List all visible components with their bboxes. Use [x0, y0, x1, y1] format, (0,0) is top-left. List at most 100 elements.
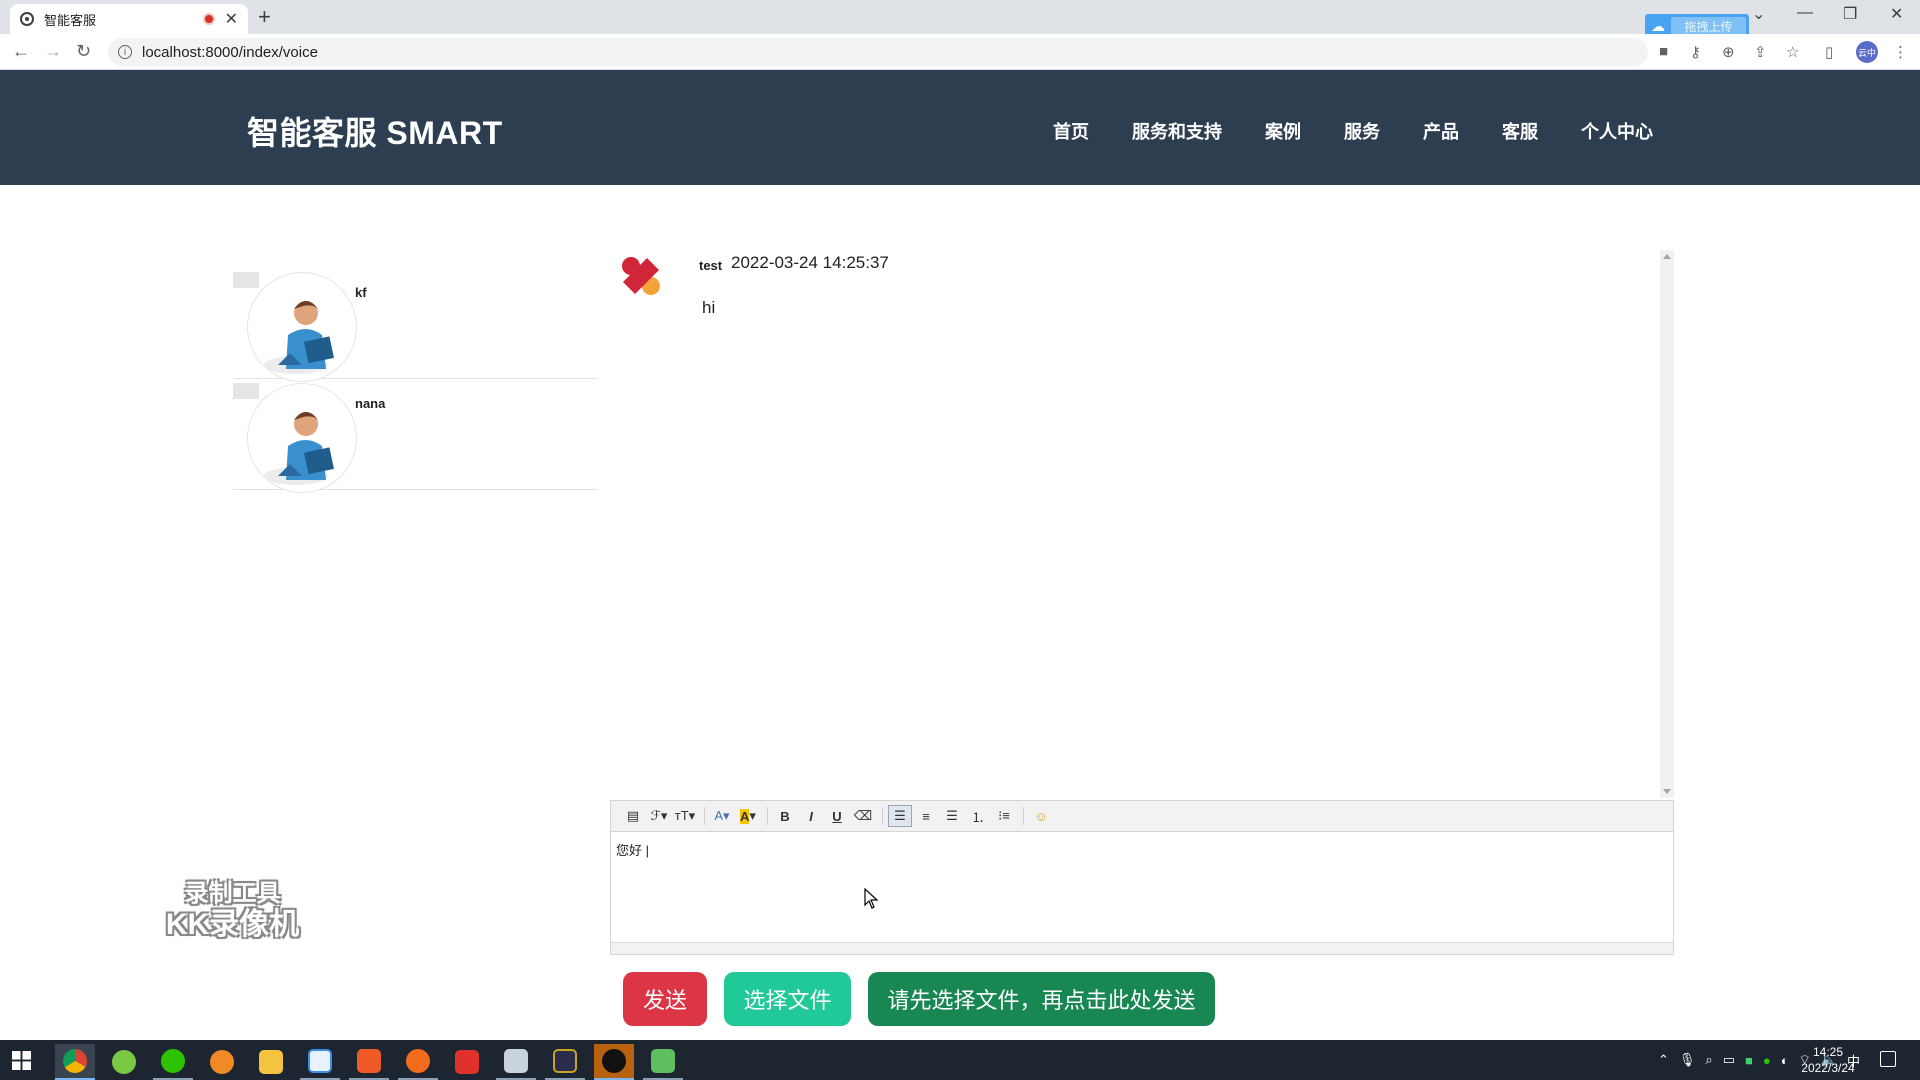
- contact-item[interactable]: kf: [233, 268, 598, 382]
- contact-name: kf: [355, 285, 367, 300]
- upload-pill-label: 拖拽上传: [1671, 17, 1746, 35]
- new-tab-button[interactable]: +: [258, 4, 271, 30]
- watermark-line1: 录制工具: [184, 880, 281, 907]
- reader-avatar-icon: [264, 412, 334, 485]
- contact-badge: [233, 383, 259, 399]
- contact-badge: [233, 272, 259, 288]
- nav-service-support[interactable]: 服务和支持: [1132, 118, 1222, 144]
- nav-products[interactable]: 产品: [1423, 118, 1459, 144]
- media-taskbar-icon[interactable]: [349, 1044, 389, 1080]
- message-editor: ▤ ℱ ▾ тТ▾ A▾ A ▾ B I U ⌫ ☰ ≡ ☰ ⒈ ⁝≡ ☺ 您好 |: [610, 800, 1674, 955]
- site-info-icon[interactable]: i: [118, 45, 132, 59]
- windows-taskbar: ⌃ 🎙 ⌕ ▭ ■ ● ◐ ⌔ 🔈 中 14:25 2022/3/24: [0, 1040, 1920, 1080]
- chat-history[interactable]: test 2022-03-24 14:25:37 hi: [610, 250, 1674, 798]
- main-nav: 首页 服务和支持 案例 服务 产品 客服 个人中心: [1053, 118, 1696, 144]
- mouse-cursor-icon: [864, 888, 879, 909]
- eraser-icon[interactable]: ⌫: [851, 805, 875, 827]
- nav-cases[interactable]: 案例: [1265, 118, 1301, 144]
- tray-app-icon[interactable]: ■: [1745, 1053, 1753, 1068]
- editor-resize-handle[interactable]: [611, 942, 1673, 954]
- editor-input[interactable]: 您好 |: [611, 832, 1673, 942]
- camera-icon[interactable]: ■: [1659, 43, 1668, 60]
- choose-file-button[interactable]: 选择文件: [724, 972, 851, 1026]
- chrome-taskbar-icon[interactable]: [55, 1044, 95, 1080]
- emoji-icon[interactable]: ☺: [1029, 805, 1053, 827]
- url-text: localhost:8000/index/voice: [142, 43, 318, 61]
- windows-start-icon[interactable]: [12, 1051, 31, 1070]
- profile-avatar[interactable]: 云中: [1856, 41, 1878, 63]
- send-button[interactable]: 发送: [623, 972, 707, 1026]
- watermark-line2: KK录像机: [165, 908, 300, 941]
- toolbar-separator: [704, 807, 705, 825]
- forward-arrow-icon[interactable]: →: [44, 41, 62, 62]
- align-left-icon[interactable]: ☰: [888, 805, 912, 827]
- share-icon[interactable]: ⇪: [1754, 43, 1767, 61]
- search-tool-taskbar-icon[interactable]: [202, 1044, 242, 1080]
- tab-close-icon[interactable]: ✕: [225, 9, 238, 29]
- notification-center-icon[interactable]: [1880, 1051, 1896, 1067]
- menu-dots-icon[interactable]: ⋮: [1893, 43, 1908, 61]
- site-brand[interactable]: 智能客服 SMART: [247, 108, 503, 154]
- recorder-watermark: 录制工具 KK录像机: [160, 880, 305, 942]
- game-taskbar-icon[interactable]: [398, 1044, 438, 1080]
- back-arrow-icon[interactable]: ←: [12, 41, 30, 62]
- nav-services[interactable]: 服务: [1344, 118, 1380, 144]
- notepad-taskbar-icon[interactable]: [643, 1044, 683, 1080]
- wps-taskbar-icon[interactable]: [447, 1044, 487, 1080]
- source-icon[interactable]: ▤: [621, 805, 645, 827]
- scroll-up-arrow-icon[interactable]: [1663, 254, 1671, 259]
- reload-icon[interactable]: ↻: [76, 41, 91, 62]
- underline-icon[interactable]: U: [825, 805, 849, 827]
- nav-home[interactable]: 首页: [1053, 118, 1089, 144]
- nav-customer-service[interactable]: 客服: [1502, 118, 1538, 144]
- key-icon[interactable]: ⚷: [1690, 43, 1701, 61]
- highlight-icon[interactable]: A ▾: [736, 805, 760, 827]
- bullet-list-icon[interactable]: ⁝≡: [992, 805, 1016, 827]
- toolbar-separator: [1023, 807, 1024, 825]
- scroll-down-arrow-icon[interactable]: [1663, 789, 1671, 794]
- restore-button[interactable]: ❐: [1843, 4, 1857, 24]
- taskbar-clock[interactable]: 14:25 2022/3/24: [1782, 1044, 1874, 1076]
- bold-icon[interactable]: B: [773, 805, 797, 827]
- font-size-icon[interactable]: тТ▾: [673, 805, 697, 827]
- qq-taskbar-icon[interactable]: [594, 1044, 634, 1080]
- ordered-list-icon[interactable]: ⒈: [966, 805, 990, 827]
- battery-icon[interactable]: ▭: [1723, 1052, 1735, 1068]
- clock-time: 14:25: [1812, 1045, 1844, 1059]
- font-color-icon[interactable]: A▾: [710, 805, 734, 827]
- pycharm-taskbar-icon[interactable]: [545, 1044, 585, 1080]
- upload-file-send-button[interactable]: 请先选择文件，再点击此处发送: [868, 972, 1215, 1026]
- align-center-icon[interactable]: ≡: [914, 805, 938, 827]
- contact-avatar: [247, 272, 357, 382]
- tray-search-icon[interactable]: ⌕: [1705, 1052, 1712, 1068]
- sender-logo-icon: [622, 257, 660, 295]
- chat-scrollbar[interactable]: [1660, 250, 1674, 798]
- wechat-taskbar-icon[interactable]: [153, 1044, 193, 1080]
- microphone-icon[interactable]: 🎙: [1679, 1052, 1696, 1068]
- nav-personal-center[interactable]: 个人中心: [1581, 118, 1653, 144]
- contact-item[interactable]: nana: [233, 379, 598, 493]
- tray-wechat-icon[interactable]: ●: [1763, 1053, 1771, 1068]
- url-field[interactable]: i localhost:8000/index/voice: [108, 38, 1648, 66]
- contact-avatar: [247, 383, 357, 493]
- zoom-icon[interactable]: ⊕: [1722, 43, 1735, 61]
- close-window-button[interactable]: ✕: [1890, 4, 1903, 24]
- message-text: hi: [702, 298, 716, 317]
- toolbar-separator: [882, 807, 883, 825]
- tab-search-icon[interactable]: ⌄: [1752, 4, 1765, 24]
- minimize-button[interactable]: —: [1797, 4, 1813, 22]
- cloud-drive-taskbar-icon[interactable]: [300, 1044, 340, 1080]
- toolbar-separator: [767, 807, 768, 825]
- align-right-icon[interactable]: ☰: [940, 805, 964, 827]
- tray-expand-icon[interactable]: ⌃: [1658, 1052, 1669, 1068]
- file-explorer-taskbar-icon[interactable]: [251, 1044, 291, 1080]
- bookmark-star-icon[interactable]: ☆: [1786, 43, 1799, 61]
- italic-icon[interactable]: I: [799, 805, 823, 827]
- browser-tab[interactable]: 智能客服 ✕: [10, 4, 248, 34]
- side-panel-icon[interactable]: ▯: [1825, 43, 1833, 61]
- tool-taskbar-icon[interactable]: [496, 1044, 536, 1080]
- recording-indicator-icon: [202, 13, 215, 25]
- font-family-icon[interactable]: ℱ ▾: [647, 805, 671, 827]
- app-green-taskbar-icon[interactable]: [104, 1044, 144, 1080]
- contact-name: nana: [355, 396, 386, 411]
